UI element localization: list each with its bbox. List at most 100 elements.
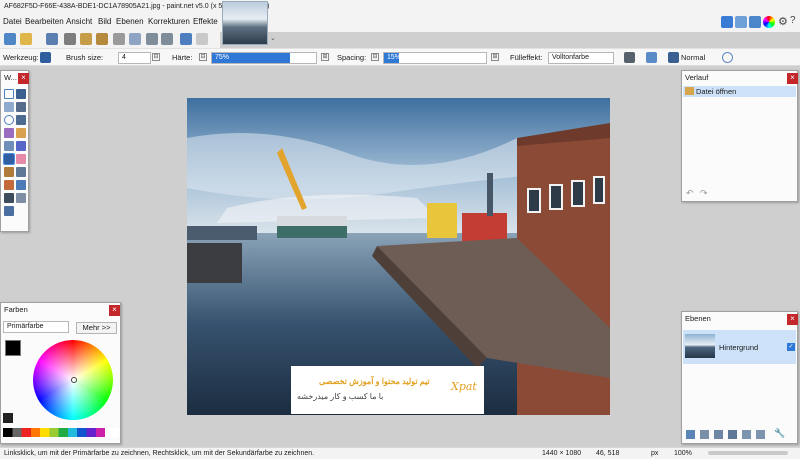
more-button[interactable]: Mehr >> — [76, 322, 117, 334]
spacing-slider[interactable]: 15% — [383, 52, 487, 64]
layer-properties-icon[interactable]: 🔧 — [774, 428, 785, 439]
color-target-select[interactable]: Primärfarbe — [3, 321, 69, 333]
colors-toggle-icon[interactable] — [763, 16, 775, 28]
ruler-icon[interactable] — [196, 33, 208, 45]
image-tab-thumbnail[interactable] — [222, 1, 268, 45]
ellipse-select-icon[interactable] — [4, 115, 14, 125]
shapes-icon[interactable] — [4, 206, 14, 216]
unit-select[interactable]: px — [651, 448, 658, 459]
brush-size-label: Brush size: — [66, 53, 104, 62]
paintbrush-tool-icon[interactable] — [3, 153, 15, 165]
pencil-icon[interactable] — [4, 167, 14, 177]
canvas-image[interactable]: تیم تولید محتوا و آموزش تخصصی با ما کسب … — [187, 98, 610, 415]
layer-visibility-checkbox[interactable]: ✓ — [787, 343, 795, 351]
primary-color-swatch[interactable] — [5, 340, 21, 356]
paste-icon[interactable] — [96, 33, 108, 45]
crop-icon[interactable] — [113, 33, 125, 45]
close-icon[interactable]: × — [787, 73, 798, 84]
menu-ansicht[interactable]: Ansicht — [66, 17, 92, 26]
grid-icon[interactable] — [180, 33, 192, 45]
layers-panel: Ebenen × Hintergrund ✓ 🔧 — [681, 311, 798, 444]
merge-layer-icon[interactable] — [728, 430, 737, 439]
close-icon[interactable]: × — [787, 314, 798, 325]
layer-thumbnail — [685, 334, 715, 358]
menu-datei[interactable]: Datei — [3, 17, 22, 26]
menu-bearbeiten[interactable]: Bearbeiten — [25, 17, 64, 26]
undo-icon[interactable]: ↶ — [686, 188, 694, 199]
eraser-icon[interactable] — [16, 154, 26, 164]
copy-icon[interactable] — [80, 33, 92, 45]
layer-down-icon[interactable] — [756, 430, 765, 439]
zoom-icon[interactable] — [16, 115, 26, 125]
duplicate-layer-icon[interactable] — [714, 430, 723, 439]
chevron-down-icon[interactable]: ⌄ — [270, 34, 276, 42]
tools-panel: W... × — [0, 70, 29, 232]
clone-stamp-icon[interactable] — [4, 180, 14, 190]
magic-wand-icon[interactable] — [4, 128, 14, 138]
add-layer-icon[interactable] — [686, 430, 695, 439]
color-picker-icon[interactable] — [16, 167, 26, 177]
cursor-position-readout: 46, 518 — [596, 450, 620, 457]
close-icon[interactable]: × — [109, 305, 120, 316]
save-icon[interactable] — [46, 33, 58, 45]
hardness-minus-icon[interactable]: ⊟ — [199, 53, 207, 61]
color-wheel-handle[interactable] — [71, 377, 77, 383]
cut-icon[interactable] — [64, 33, 76, 45]
delete-layer-icon[interactable] — [700, 430, 709, 439]
tools-toggle-icon[interactable] — [721, 16, 733, 28]
layer-row[interactable]: Hintergrund ✓ — [683, 330, 796, 364]
zoom-slider[interactable] — [708, 451, 788, 455]
image-size-readout: 1440 × 1080 — [542, 450, 582, 457]
fill-mode-select[interactable]: Vollton­farbe — [548, 52, 614, 64]
open-folder-icon[interactable] — [20, 33, 32, 45]
hardness-plus-icon[interactable]: ⊞ — [321, 53, 329, 61]
redo-icon[interactable]: ↷ — [700, 188, 708, 199]
spacing-plus-icon[interactable]: ⊞ — [491, 53, 499, 61]
menu-ebenen[interactable]: Ebenen — [116, 17, 144, 26]
color-palette-strip[interactable] — [3, 428, 119, 437]
colors-panel: Farben × Primärfarbe Mehr >> — [0, 302, 121, 444]
new-file-icon[interactable] — [4, 33, 16, 45]
redo-icon[interactable] — [161, 33, 173, 45]
help-icon[interactable]: ? — [790, 15, 796, 26]
palette-menu-icon[interactable] — [3, 413, 13, 423]
menu-korrekturen[interactable]: Korrekturen — [148, 17, 190, 26]
paintbrush-icon[interactable] — [40, 52, 51, 63]
close-icon[interactable]: × — [18, 73, 29, 84]
menu-bild[interactable]: Bild — [98, 17, 111, 26]
main-toolbar — [0, 30, 220, 48]
alpha-icon[interactable] — [668, 52, 679, 63]
gear-icon[interactable]: ⚙ — [778, 15, 788, 28]
hardness-slider[interactable]: 75% — [211, 52, 317, 64]
blend-mode-select[interactable]: Normal — [681, 53, 705, 62]
menu-effekte[interactable]: Effekte — [193, 17, 218, 26]
history-panel-title: Verlauf — [685, 73, 709, 82]
rect-select-icon[interactable] — [4, 89, 14, 99]
zoom-readout[interactable]: 100% — [674, 448, 692, 459]
layer-up-icon[interactable] — [742, 430, 751, 439]
lasso-icon[interactable] — [4, 102, 14, 112]
antialias-icon[interactable] — [624, 52, 635, 63]
layers-toggle-icon[interactable] — [749, 16, 761, 28]
paint-bucket-icon[interactable] — [4, 141, 14, 151]
undo-icon[interactable] — [146, 33, 158, 45]
move-selection-icon[interactable] — [16, 102, 26, 112]
gradient-icon[interactable] — [16, 141, 26, 151]
fill-label: Fülleffekt: — [510, 53, 543, 62]
brush-size-input[interactable]: 4 — [118, 52, 151, 64]
layers-panel-title: Ebenen — [685, 314, 711, 323]
spacing-minus-icon[interactable]: ⊟ — [371, 53, 379, 61]
line-curve-icon[interactable] — [16, 193, 26, 203]
move-icon[interactable] — [16, 89, 26, 99]
deselect-icon[interactable] — [129, 33, 141, 45]
pan-icon[interactable] — [16, 128, 26, 138]
text-icon[interactable] — [4, 193, 14, 203]
history-toggle-icon[interactable] — [735, 16, 747, 28]
layer-name: Hintergrund — [719, 343, 759, 352]
status-hint: Linksklick, um mit der Primärfarbe zu ze… — [4, 450, 315, 457]
blend-icon[interactable] — [646, 52, 657, 63]
recolor-icon[interactable] — [16, 180, 26, 190]
history-item[interactable]: Datei öffnen — [683, 86, 796, 97]
selection-mode-icon[interactable] — [722, 52, 733, 63]
minus-icon[interactable]: ⊟ — [152, 53, 160, 61]
